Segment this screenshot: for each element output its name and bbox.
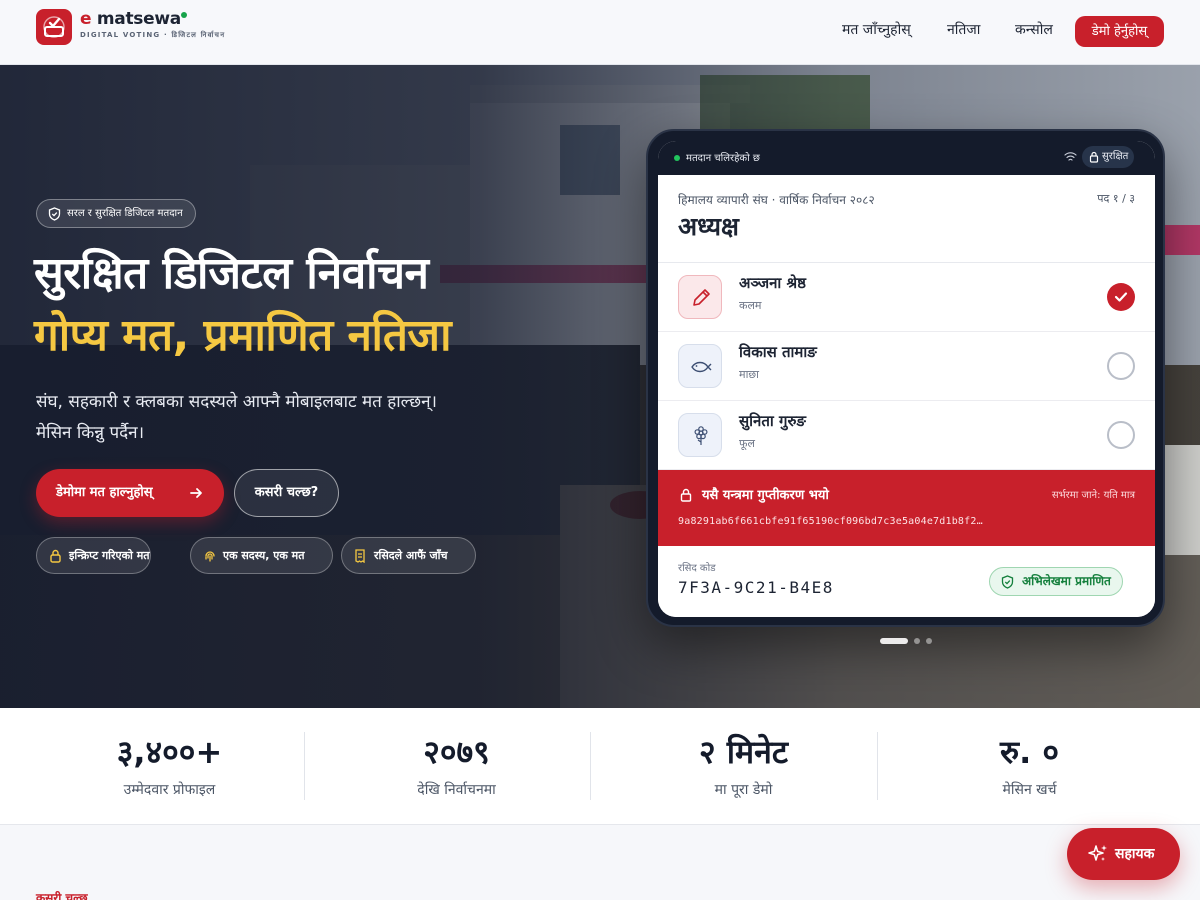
section-kicker: कसरी चल्छ (36, 891, 88, 900)
stat-value: रु. ० (999, 733, 1060, 771)
stat-value: २०७९ (423, 733, 490, 771)
stat-item: रु. ० मेसिन खर्च (886, 708, 1173, 825)
how-it-works-button[interactable]: कसरी चल्छ? (234, 469, 339, 517)
candidate-name: विकास तामाङ (739, 343, 817, 361)
chip-one-member-one-vote: एक सदस्य, एक मत (190, 537, 333, 574)
check-icon (1114, 292, 1128, 302)
election-header: हिमालय व्यापारी संघ · वार्षिक निर्वाचन २… (658, 175, 1155, 263)
shield-check-icon (48, 207, 61, 221)
stat-divider (304, 732, 305, 800)
carousel-dot-active[interactable] (880, 638, 908, 644)
stat-item: २०७९ देखि निर्वाचनमा (313, 708, 600, 825)
candidate-symbol-name: फूल (739, 437, 755, 450)
stat-label: मा पूरा डेमो (714, 782, 773, 798)
chip-encrypted-vote-label: इन्क्रिप्ट गरिएको मत (69, 549, 150, 562)
election-organization: हिमालय व्यापारी संघ · वार्षिक निर्वाचन २… (678, 193, 875, 207)
candidate-row[interactable]: विकास तामाङ माछा (658, 332, 1155, 401)
brand-status-dot (181, 12, 187, 18)
brand-name-text: matsewa (91, 9, 181, 29)
lock-icon (680, 488, 692, 502)
carousel-dot[interactable] (914, 638, 920, 644)
verified-badge-label: अभिलेखमा प्रमाणित (1022, 574, 1111, 588)
verified-badge: अभिलेखमा प्रमाणित (989, 567, 1123, 596)
candidate-row[interactable]: अञ्जना श्रेष्ठ कलम (658, 263, 1155, 332)
stat-divider (590, 732, 591, 800)
stats-bar: ३,४००+ उम्मेदवार प्रोफाइल २०७९ देखि निर्… (0, 708, 1200, 825)
candidate-symbol-name: माछा (739, 368, 759, 381)
encryption-note: सर्भरमा जाने: यति मात्र (1051, 490, 1135, 501)
candidate-radio-selected[interactable] (1107, 283, 1135, 311)
encryption-panel: यसै यन्त्रमा गुप्तीकरण भयो सर्भरमा जाने:… (658, 470, 1155, 546)
stat-item: ३,४००+ उम्मेदवार प्रोफाइल (26, 708, 313, 825)
lock-icon (50, 549, 61, 563)
view-demo-button[interactable]: डेमो हेर्नुहोस् (1075, 16, 1164, 47)
ballot-device-mockup: मतदान चलिरहेको छ सुरक्षित हिमालय व्यापार… (646, 129, 1165, 627)
candidate-symbol (678, 344, 722, 388)
nav-link-check-vote[interactable]: मत जाँच्नुहोस् (842, 20, 911, 39)
fingerprint-icon (205, 551, 215, 562)
demo-vote-button-label: डेमोमा मत हाल्नुहोस् (56, 485, 153, 500)
flower-icon (694, 426, 708, 445)
stat-label: देखि निर्वाचनमा (417, 782, 496, 798)
chip-one-member-label: एक सदस्य, एक मत (223, 549, 305, 562)
stat-label: उम्मेदवार प्रोफाइल (123, 782, 216, 798)
wifi-icon (1064, 152, 1077, 161)
hero-badge: सरल र सुरक्षित डिजिटल मतदान (36, 199, 196, 228)
candidate-radio[interactable] (1107, 421, 1135, 449)
stat-value: ३,४००+ (116, 733, 223, 771)
position-counter: पद १ / ३ (1097, 192, 1135, 205)
chip-receipt-check: रसिदले आफैं जाँच (341, 537, 476, 574)
carousel-dot[interactable] (926, 638, 932, 644)
shield-check-icon (1001, 575, 1014, 589)
hero-lead-text: संघ, सहकारी र क्लबका सदस्यले आफ्नै मोबाइ… (36, 392, 437, 443)
stat-divider (877, 732, 878, 800)
stat-label: मेसिन खर्च (1002, 782, 1057, 798)
receipt-icon (355, 549, 365, 563)
fish-icon (691, 361, 712, 373)
receipt-code[interactable]: 7F3A-9C21-B4E8 (678, 578, 834, 597)
hero-title-line2: गोप्य मत, प्रमाणित नतिजा (34, 310, 451, 361)
arrow-right-icon (190, 488, 202, 498)
brand-subtitle: DIGITAL VOTING · डिजिटल निर्वाचन (80, 31, 226, 39)
nav-link-results[interactable]: नतिजा (947, 20, 980, 39)
receipt-panel: रसिद कोड 7F3A-9C21-B4E8 अभिलेखमा प्रमाणि… (658, 546, 1155, 617)
nav-link-console[interactable]: कन्सोल (1015, 20, 1053, 39)
stat-item: २ मिनेट मा पूरा डेमो (600, 708, 887, 825)
lock-icon (1089, 151, 1099, 163)
secure-badge-label: सुरक्षित (1102, 151, 1129, 162)
top-navbar: e matsewa DIGITAL VOTING · डिजिटल निर्वा… (0, 0, 1200, 65)
candidate-symbol-name: कलम (739, 299, 762, 312)
candidate-name: अञ्जना श्रेष्ठ (739, 274, 806, 292)
assistant-button[interactable]: सहायक (1067, 828, 1180, 880)
candidate-symbol (678, 413, 722, 457)
brand-name[interactable]: e matsewa (80, 9, 181, 29)
receipt-label: रसिद कोड (678, 563, 716, 574)
encrypted-hash: 9a8291ab6f661cbfe91f65190cf096bd7c3e5a04… (678, 516, 983, 527)
ballot-screen: मतदान चलिरहेको छ सुरक्षित हिमालय व्यापार… (658, 141, 1155, 617)
chip-receipt-label: रसिदले आफैं जाँच (374, 549, 448, 562)
demo-vote-button[interactable]: डेमोमा मत हाल्नुहोस् (36, 469, 224, 517)
position-title: अध्यक्ष (678, 212, 739, 241)
chip-encrypted-vote: इन्क्रिप्ट गरिएको मत (36, 537, 151, 574)
live-status-dot (674, 155, 680, 161)
candidate-symbol (678, 275, 722, 319)
brand-name-prefix: e (80, 9, 92, 29)
brand-logo-icon[interactable] (36, 9, 72, 45)
pen-icon (693, 289, 710, 306)
hero-section: सरल र सुरक्षित डिजिटल मतदान सुरक्षित डिज… (0, 65, 1200, 708)
hero-badge-text: सरल र सुरक्षित डिजिटल मतदान (67, 208, 183, 219)
encryption-title: यसै यन्त्रमा गुप्तीकरण भयो (702, 488, 829, 503)
candidate-name: सुनिता गुरुङ (739, 412, 806, 430)
device-status-bar: मतदान चलिरहेको छ सुरक्षित (658, 141, 1155, 175)
how-it-works-section: कसरी चल्छ (0, 825, 1200, 900)
voting-live-status: मतदान चलिरहेको छ (686, 153, 760, 164)
candidate-row[interactable]: सुनिता गुरुङ फूल (658, 401, 1155, 470)
assistant-button-label: सहायक (1115, 846, 1155, 862)
secure-badge: सुरक्षित (1082, 146, 1135, 168)
sparkle-icon (1088, 845, 1107, 861)
hero-title-line1: सुरक्षित डिजिटल निर्वाचन (34, 248, 429, 299)
candidate-radio[interactable] (1107, 352, 1135, 380)
stat-value: २ मिनेट (698, 733, 789, 771)
